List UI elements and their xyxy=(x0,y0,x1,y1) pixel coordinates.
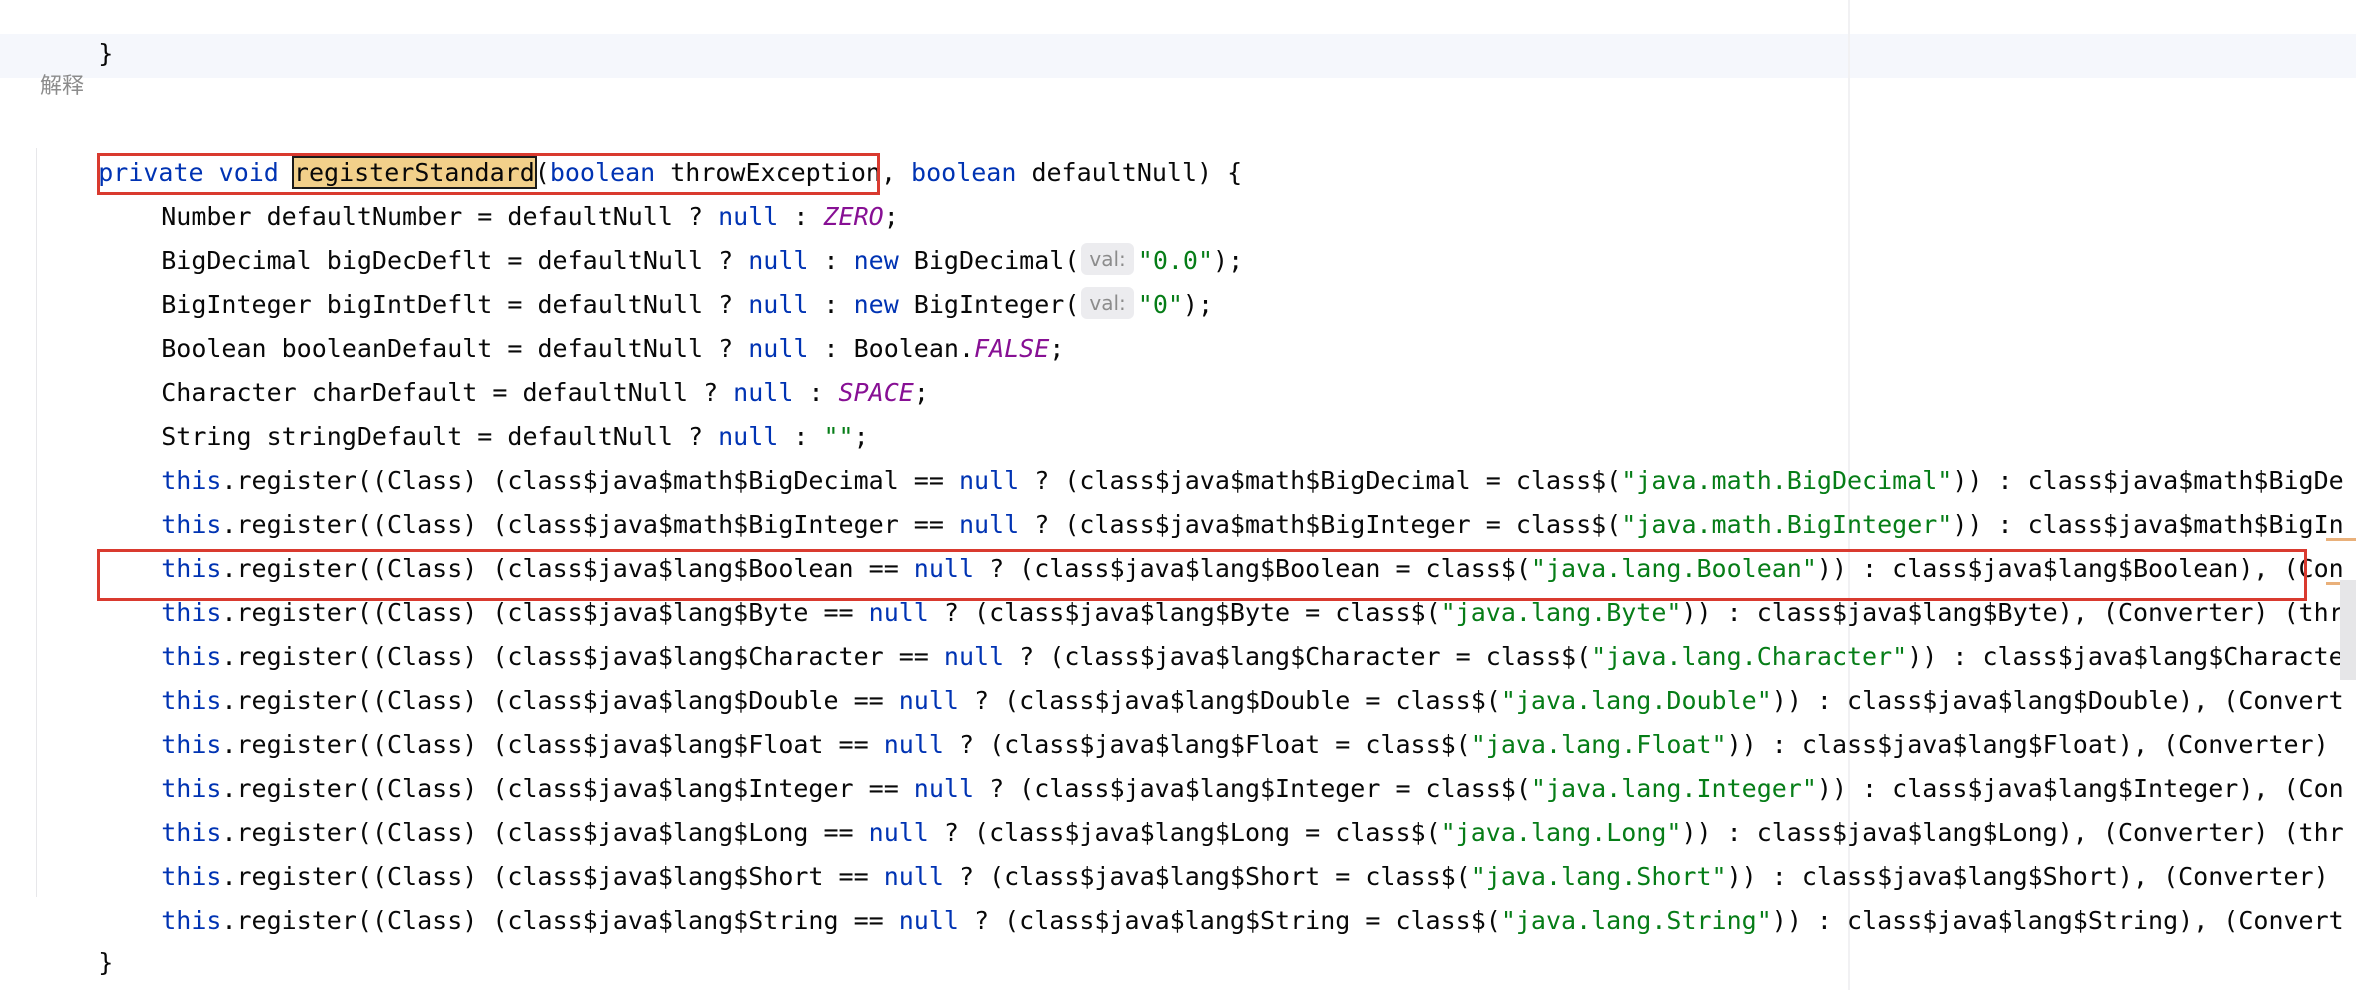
register-line: this.register((Class) (class$java$lang$S… xyxy=(0,811,2344,891)
null-keyword: null xyxy=(898,906,959,935)
code-editor[interactable]: } 解释 private void registerStandard(boole… xyxy=(0,0,2356,990)
parameter-hint: val: xyxy=(1081,287,1134,319)
code-text: ); xyxy=(1182,290,1214,319)
register-line: this.register((Class) (class$java$lang$F… xyxy=(0,679,2344,759)
constant-name: FALSE xyxy=(974,334,1050,363)
scroll-marker xyxy=(2326,538,2356,541)
code-line: Boolean booleanDefault = defaultNull ? n… xyxy=(0,283,1064,363)
code-text: defaultNull) { xyxy=(1016,158,1243,187)
closing-brace: } xyxy=(98,948,114,977)
closing-brace: } xyxy=(98,39,114,68)
code-text: ; xyxy=(913,378,929,407)
code-line: Character charDefault = defaultNull ? nu… xyxy=(0,327,929,407)
code-line: BigDecimal bigDecDeflt = defaultNull ? n… xyxy=(0,195,1243,275)
code-line: } xyxy=(0,897,113,977)
register-line: this.register((Class) (class$java$lang$L… xyxy=(0,767,2344,847)
current-line-band xyxy=(0,34,2356,78)
register-line: this.register((Class) (class$java$lang$D… xyxy=(0,635,2344,715)
scrollbar-thumb[interactable] xyxy=(2340,580,2356,680)
string-literal: "0" xyxy=(1137,290,1183,319)
code-text: )) : class$java$lang$String), (Convert xyxy=(1771,906,2344,935)
boolean-keyword: boolean xyxy=(911,158,1017,187)
register-line: this.register((Class) (class$java$lang$I… xyxy=(0,723,2343,803)
code-line: } xyxy=(0,0,113,68)
method-signature-line: private void registerStandard(boolean th… xyxy=(0,107,1242,189)
code-line: String stringDefault = defaultNull ? nul… xyxy=(0,371,868,451)
register-line: this.register((Class) (class$java$lang$S… xyxy=(0,855,2344,935)
annotation-box-byte-register xyxy=(97,549,2307,601)
string-literal: "java.lang.String" xyxy=(1500,906,1772,935)
register-line: this.register((Class) (class$java$lang$B… xyxy=(0,503,2343,583)
this-keyword: this xyxy=(161,906,222,935)
code-text: .register((Class) (class$java$lang$Strin… xyxy=(221,906,899,935)
code-text: ? (class$java$lang$String = class$( xyxy=(958,906,1501,935)
code-text: ); xyxy=(1213,246,1244,275)
doc-label[interactable]: 解释 xyxy=(40,72,84,102)
register-line: this.register((Class) (class$java$math$B… xyxy=(0,459,2344,539)
register-line: this.register((Class) (class$java$math$B… xyxy=(0,415,2344,495)
code-text: ; xyxy=(1049,334,1065,363)
code-line: BigInteger bigIntDeflt = defaultNull ? n… xyxy=(0,239,1213,319)
annotation-box-number-default xyxy=(97,153,880,195)
